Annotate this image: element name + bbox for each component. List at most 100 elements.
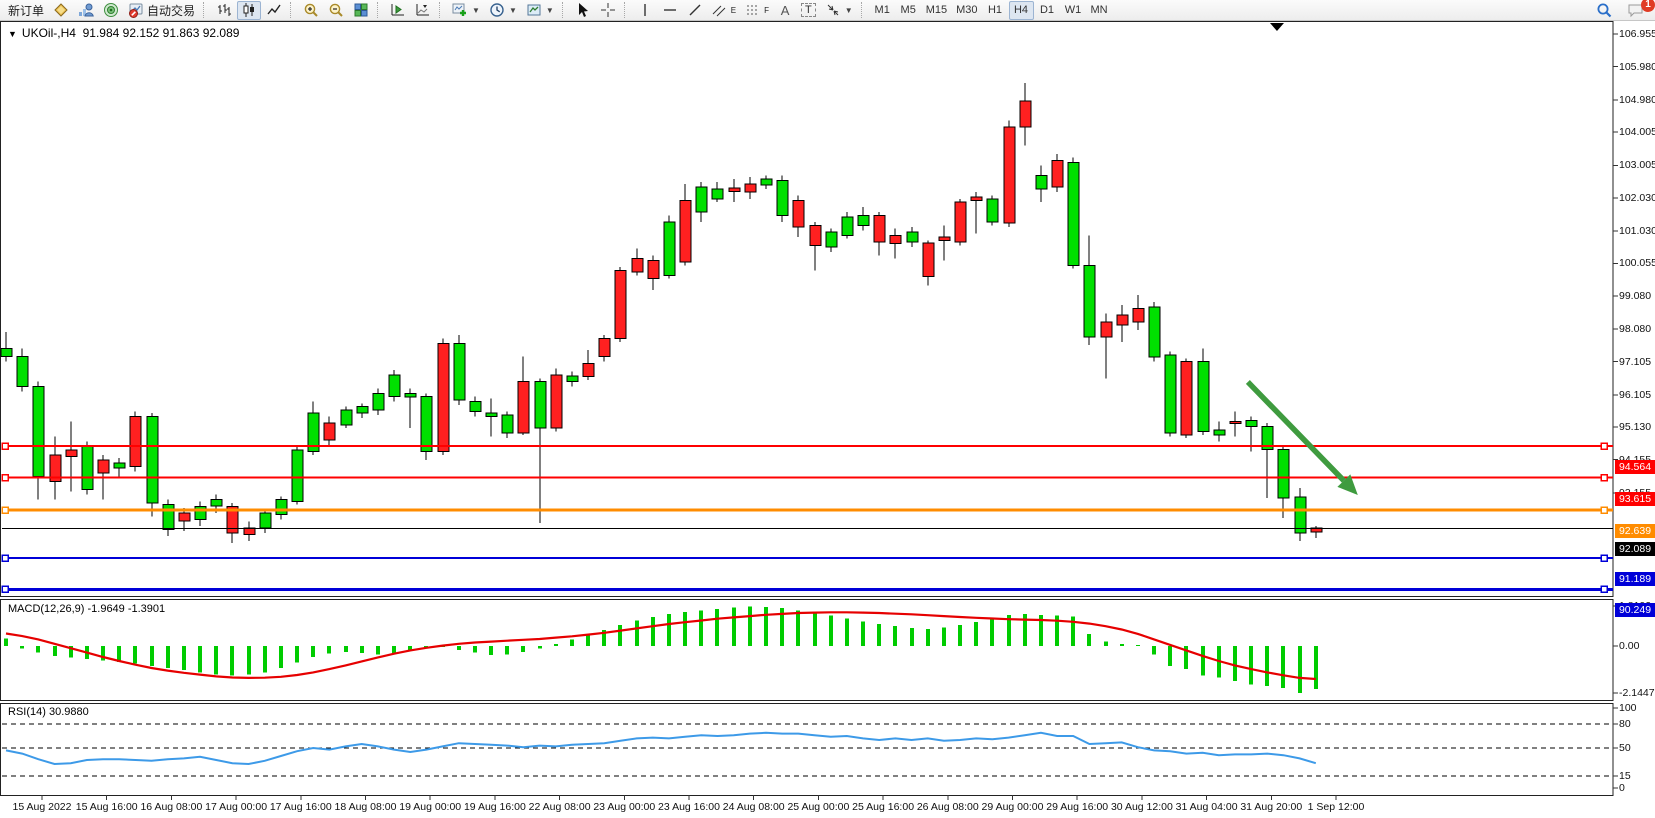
tile-windows-button[interactable] bbox=[349, 1, 373, 20]
text-label-button[interactable]: T bbox=[797, 1, 820, 20]
line-handle bbox=[1601, 443, 1607, 449]
trendline-button[interactable] bbox=[683, 1, 707, 20]
search-button[interactable] bbox=[1592, 1, 1617, 20]
price-axis-tick-label: 101.030 bbox=[1619, 225, 1655, 237]
price-axis-tick-label: 99.080 bbox=[1619, 290, 1651, 302]
timeframe-m5[interactable]: M5 bbox=[896, 1, 921, 20]
timeframe-h4[interactable]: H4 bbox=[1009, 1, 1034, 20]
line-handle bbox=[2, 507, 8, 513]
profile-icon bbox=[78, 2, 94, 18]
timeframe-d1[interactable]: D1 bbox=[1035, 1, 1060, 20]
level-price-badge: 92.639 bbox=[1615, 524, 1655, 538]
profile-button[interactable] bbox=[74, 1, 98, 20]
add-indicator-button[interactable]: ▼ bbox=[448, 1, 484, 20]
zoom-out-icon bbox=[328, 2, 344, 18]
timeframe-m30[interactable]: M30 bbox=[952, 1, 981, 20]
text-label-icon: T bbox=[801, 3, 816, 17]
signals-button[interactable] bbox=[99, 1, 123, 20]
toolbar-separator bbox=[624, 2, 628, 18]
candlestick-chart-button[interactable] bbox=[237, 1, 261, 20]
current-price-badge: 92.089 bbox=[1615, 542, 1655, 556]
level-price-badge: 91.189 bbox=[1615, 572, 1655, 586]
chart-shift-button[interactable] bbox=[411, 1, 435, 20]
chevron-down-icon: ▼ bbox=[509, 6, 517, 15]
line-chart-icon bbox=[266, 2, 282, 18]
trendline-icon bbox=[687, 2, 703, 18]
toolbar: 新订单 自动交易 ▼ ▼ ▼ E F A T ▼ M bbox=[0, 0, 1655, 21]
zoom-in-button[interactable] bbox=[299, 1, 323, 20]
fibo-glyph: F bbox=[764, 6, 769, 15]
new-order-button[interactable]: 新订单 bbox=[4, 1, 48, 20]
line-handle bbox=[1601, 507, 1607, 513]
price-axis-tick-label: 104.980 bbox=[1619, 94, 1655, 106]
zoom-out-button[interactable] bbox=[324, 1, 348, 20]
cursor-icon bbox=[575, 2, 591, 18]
line-handle bbox=[2, 475, 8, 481]
quotes-button[interactable] bbox=[49, 1, 73, 20]
chevron-down-icon: ▼ bbox=[472, 6, 480, 15]
toolbar-separator bbox=[377, 2, 381, 18]
equidistant-channel-button[interactable]: E bbox=[708, 1, 740, 20]
bar-chart-button[interactable] bbox=[212, 1, 236, 20]
new-order-label: 新订单 bbox=[8, 2, 44, 19]
toolbar-separator bbox=[439, 2, 443, 18]
fibonacci-button[interactable]: F bbox=[741, 1, 773, 20]
macd-axis-tick-label: -2.1447 bbox=[1619, 687, 1655, 699]
line-handle bbox=[2, 443, 8, 449]
auto-scroll-button[interactable] bbox=[386, 1, 410, 20]
panel-frames bbox=[1, 22, 1614, 796]
search-icon bbox=[1596, 2, 1613, 19]
level-price-badge: 90.249 bbox=[1615, 603, 1655, 617]
channel-glyph: E bbox=[731, 6, 736, 15]
timeframe-m15[interactable]: M15 bbox=[922, 1, 951, 20]
chart-canvas[interactable] bbox=[0, 21, 1655, 818]
quotes-icon bbox=[53, 2, 69, 18]
macd-axis-tick-label: 0.00 bbox=[1619, 640, 1639, 652]
chart-shift-icon bbox=[415, 2, 431, 18]
line-chart-button[interactable] bbox=[262, 1, 286, 20]
horizontal-line-button[interactable] bbox=[658, 1, 682, 20]
timeframe-w1[interactable]: W1 bbox=[1061, 1, 1086, 20]
macd-indicator-label: MACD(12,26,9) -1.9649 -1.3901 bbox=[8, 603, 165, 615]
template-icon bbox=[526, 2, 542, 18]
line-handle bbox=[2, 586, 8, 592]
price-axis-tick-label: 102.030 bbox=[1619, 192, 1655, 204]
price-axis-tick-label: 103.005 bbox=[1619, 159, 1655, 171]
horizontal-line-icon bbox=[662, 2, 678, 18]
crosshair-button[interactable] bbox=[596, 1, 620, 20]
symbol-dropdown-icon[interactable]: ▼ bbox=[8, 29, 17, 39]
timeframe-m1[interactable]: M1 bbox=[870, 1, 895, 20]
vertical-line-icon bbox=[637, 2, 653, 18]
chevron-down-icon: ▼ bbox=[546, 6, 554, 15]
autotrading-button[interactable]: 自动交易 bbox=[124, 1, 199, 20]
date-axis-label: 1 Sep 12:00 bbox=[1291, 801, 1381, 813]
notification-count-badge: 1 bbox=[1641, 0, 1655, 12]
symbol-and-period: UKOil-,H4 bbox=[22, 26, 76, 40]
auto-scroll-icon bbox=[390, 2, 406, 18]
periods-icon bbox=[489, 2, 505, 18]
periods-button[interactable]: ▼ bbox=[485, 1, 521, 20]
timeframe-h1[interactable]: H1 bbox=[983, 1, 1008, 20]
vertical-line-button[interactable] bbox=[633, 1, 657, 20]
timeframe-mn[interactable]: MN bbox=[1087, 1, 1112, 20]
rsi-axis-tick-label: 50 bbox=[1619, 742, 1631, 754]
terminal-window: 新订单 自动交易 ▼ ▼ ▼ E F A T ▼ M bbox=[0, 0, 1655, 818]
chart-window[interactable]: ▼ UKOil-,H4 91.984 92.152 91.863 92.089 M… bbox=[0, 21, 1655, 818]
bar-chart-icon bbox=[216, 2, 232, 18]
autotrading-icon bbox=[128, 2, 144, 18]
crosshair-icon bbox=[600, 2, 616, 18]
rsi-axis-tick-label: 15 bbox=[1619, 770, 1631, 782]
notifications-button[interactable]: 1 bbox=[1623, 1, 1649, 20]
fibonacci-icon bbox=[745, 3, 761, 17]
text-icon: A bbox=[781, 3, 790, 18]
price-axis-tick-label: 96.105 bbox=[1619, 389, 1651, 401]
text-button[interactable]: A bbox=[774, 1, 796, 20]
cursor-button[interactable] bbox=[571, 1, 595, 20]
template-button[interactable]: ▼ bbox=[522, 1, 558, 20]
add-indicator-icon bbox=[452, 2, 468, 18]
line-handle bbox=[1601, 555, 1607, 561]
toolbar-separator bbox=[562, 2, 566, 18]
price-axis-tick-label: 100.055 bbox=[1619, 257, 1655, 269]
ohlc-values: 91.984 92.152 91.863 92.089 bbox=[83, 26, 240, 40]
arrows-button[interactable]: ▼ bbox=[821, 1, 857, 20]
